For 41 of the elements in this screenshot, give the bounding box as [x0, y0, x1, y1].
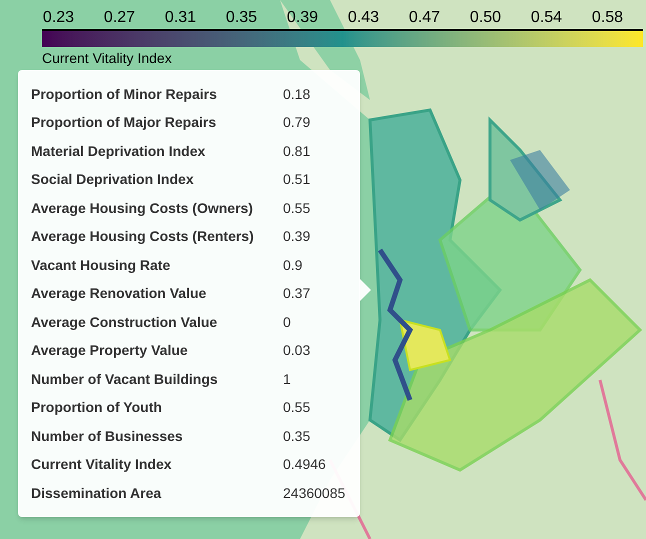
- attribute-label: Proportion of Youth: [31, 398, 163, 418]
- attribute-value: 0.4946: [283, 455, 326, 474]
- colorbar-tick-label: 0.54: [530, 8, 564, 28]
- colorbar-tick-label: 0.50: [468, 8, 502, 28]
- attribute-value: 24360085: [283, 484, 346, 503]
- attribute-label: Average Construction Value: [31, 312, 218, 332]
- colorbar-tick-label: 0.47: [408, 8, 442, 28]
- colorbar-tick-label: 0.35: [224, 8, 258, 28]
- attribute-value: 0.79: [283, 113, 310, 132]
- colorbar-tick-label: 0.31: [164, 8, 198, 28]
- colorbar-tick-label: 0.58: [590, 8, 624, 28]
- attribute-label: Average Housing Costs (Owners): [31, 198, 254, 218]
- attribute-label: Current Vitality Index: [31, 455, 173, 474]
- attribute-value: 0.9: [283, 256, 302, 275]
- attribute-label: Number of Vacant Buildings: [31, 370, 219, 389]
- attribute-value: 0.39: [283, 227, 310, 246]
- colorbar-tick-label: 0.39: [286, 8, 320, 28]
- attribute-value: 0.55: [283, 198, 310, 218]
- attribute-value: 0.37: [283, 284, 310, 304]
- attribute-label: Social Deprivation Index: [31, 170, 195, 190]
- attribute-label: Material Deprivation Index: [31, 142, 206, 161]
- attribute-value: 0: [283, 312, 291, 332]
- attribute-value: 0.03: [283, 341, 310, 360]
- attribute-value: 0.81: [283, 142, 310, 161]
- attribute-value: 0.55: [283, 398, 310, 418]
- colorbar-title: Current Vitality Index: [42, 49, 173, 67]
- attribute-label: Proportion of Major Repairs: [31, 113, 218, 132]
- attribute-label: Average Property Value: [31, 341, 189, 360]
- attribute-value: 0.18: [283, 84, 310, 104]
- colorbar-tick-label: 0.43: [346, 8, 380, 28]
- attribute-label: Proportion of Minor Repairs: [31, 84, 218, 104]
- colorbar-tick-label: 0.23: [42, 8, 76, 28]
- attribute-value: 0.35: [283, 426, 310, 446]
- colorbar-tick-label: 0.27: [102, 8, 136, 28]
- attribute-label: Average Housing Costs (Renters): [31, 227, 255, 246]
- attribute-label: Vacant Housing Rate: [31, 256, 172, 275]
- attribute-value: 1: [283, 370, 291, 389]
- attribute-value: 0.51: [283, 170, 310, 190]
- attribute-label: Dissemination Area: [31, 484, 162, 503]
- attribute-label: Number of Businesses: [31, 426, 184, 446]
- attribute-label: Average Renovation Value: [31, 284, 208, 304]
